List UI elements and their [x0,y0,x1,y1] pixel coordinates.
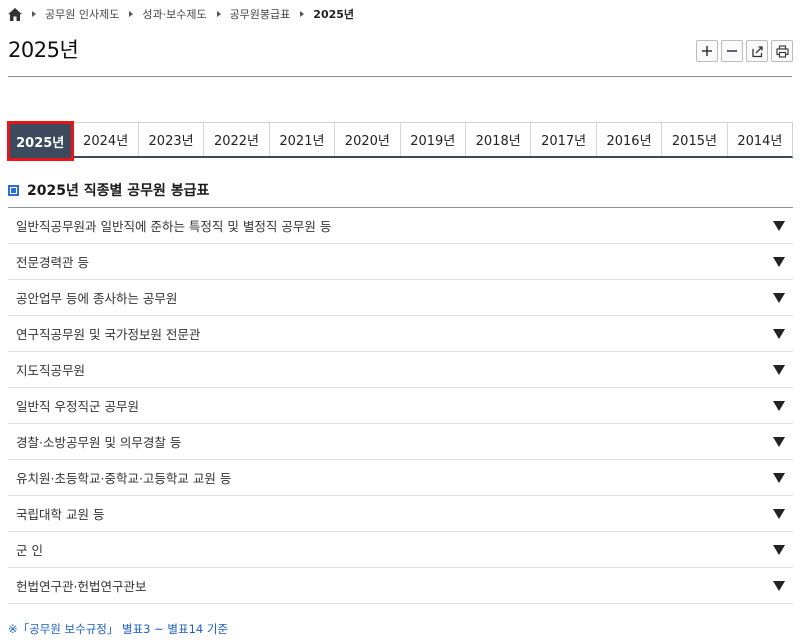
accordion-item-label: 경찰·소방공무원 및 의무경찰 등 [16,435,182,450]
share-icon [751,45,763,57]
tab-2015[interactable]: 2015년 [662,123,728,156]
accordion-item-label: 유치원·초등학교·중학교·고등학교 교원 등 [16,471,232,486]
accordion-item[interactable]: 국립대학 교원 등 [8,496,793,532]
share-button[interactable] [746,40,768,62]
tab-2017[interactable]: 2017년 [531,123,597,156]
breadcrumb: 공무원 인사제도 성과·보수제도 공무원봉급표 2025년 [8,6,354,22]
plus-icon [702,46,712,56]
triangle-down-icon[interactable] [773,328,785,339]
breadcrumb-separator-icon [129,11,134,17]
tab-2025[interactable]: 2025년 [6,121,75,161]
tab-2016[interactable]: 2016년 [597,123,663,156]
accordion-item-label: 군 인 [16,543,43,558]
zoom-in-button[interactable] [696,40,718,62]
zoom-out-button[interactable] [721,40,743,62]
triangle-down-icon[interactable] [773,436,785,447]
home-icon[interactable] [8,7,22,21]
accordion-item[interactable]: 경찰·소방공무원 및 의무경찰 등 [8,424,793,460]
accordion-item[interactable]: 공안업무 등에 종사하는 공무원 [8,280,793,316]
triangle-down-icon[interactable] [773,400,785,411]
accordion-item[interactable]: 군 인 [8,532,793,568]
triangle-down-icon[interactable] [773,472,785,483]
breadcrumb-item[interactable]: 공무원 인사제도 [45,6,119,22]
breadcrumb-item[interactable]: 공무원봉급표 [230,6,291,22]
triangle-down-icon[interactable] [773,580,785,591]
accordion-item-label: 공안업무 등에 종사하는 공무원 [16,291,178,306]
triangle-down-icon[interactable] [773,292,785,303]
tab-2014[interactable]: 2014년 [728,123,792,156]
salary-accordion: 일반직공무원과 일반직에 준하는 특정직 및 별정직 공무원 등 전문경력관 등… [8,207,793,604]
accordion-item-label: 일반직공무원과 일반직에 준하는 특정직 및 별정직 공무원 등 [16,219,332,234]
triangle-down-icon[interactable] [773,544,785,555]
triangle-down-icon[interactable] [773,220,785,231]
accordion-item-label: 헌법연구관·헌법연구관보 [16,579,147,594]
accordion-item-label: 일반직 우정직군 공무원 [16,399,139,414]
title-divider [8,76,792,77]
tab-2020[interactable]: 2020년 [335,123,401,156]
tab-2023[interactable]: 2023년 [139,123,205,156]
tab-2022[interactable]: 2022년 [204,123,270,156]
breadcrumb-current: 2025년 [313,8,355,21]
triangle-down-icon[interactable] [773,364,785,375]
triangle-down-icon[interactable] [773,256,785,267]
tab-2019[interactable]: 2019년 [401,123,466,156]
minus-icon [727,50,737,52]
accordion-item[interactable]: 유치원·초등학교·중학교·고등학교 교원 등 [8,460,793,496]
breadcrumb-separator-icon [32,11,36,17]
breadcrumb-separator-icon [216,11,221,17]
accordion-item-label: 국립대학 교원 등 [16,507,105,522]
accordion-item[interactable]: 일반직공무원과 일반직에 준하는 특정직 및 별정직 공무원 등 [8,208,793,244]
tab-2021[interactable]: 2021년 [270,123,336,156]
breadcrumb-separator-icon [300,11,305,17]
accordion-item[interactable]: 지도직공무원 [8,352,793,388]
page-title: 2025년 [8,38,79,62]
footnote[interactable]: ※「공무원 보수규정」 별표3 ~ 별표14 기준 [8,621,228,637]
accordion-item-label: 지도직공무원 [16,363,86,378]
breadcrumb-item[interactable]: 성과·보수제도 [142,6,206,22]
square-bullet-icon [8,184,19,196]
accordion-item[interactable]: 전문경력관 등 [8,244,793,280]
tab-2018[interactable]: 2018년 [466,123,532,156]
accordion-item[interactable]: 연구직공무원 및 국가정보원 전문관 [8,316,793,352]
accordion-item-label: 연구직공무원 및 국가정보원 전문관 [16,327,201,342]
accordion-item[interactable]: 헌법연구관·헌법연구관보 [8,568,793,604]
year-tabs: 2025년 2024년 2023년 2022년 2021년 2020년 2019… [6,121,793,161]
accordion-item-label: 전문경력관 등 [16,255,89,270]
print-icon [775,44,789,58]
tab-2024[interactable]: 2024년 [73,123,139,156]
section-title: 2025년 직종별 공무원 봉급표 [8,180,209,200]
accordion-item[interactable]: 일반직 우정직군 공무원 [8,388,793,424]
print-button[interactable] [771,40,793,62]
triangle-down-icon[interactable] [773,508,785,519]
page-tools [696,40,793,62]
section-title-text: 2025년 직종별 공무원 봉급표 [27,183,210,199]
